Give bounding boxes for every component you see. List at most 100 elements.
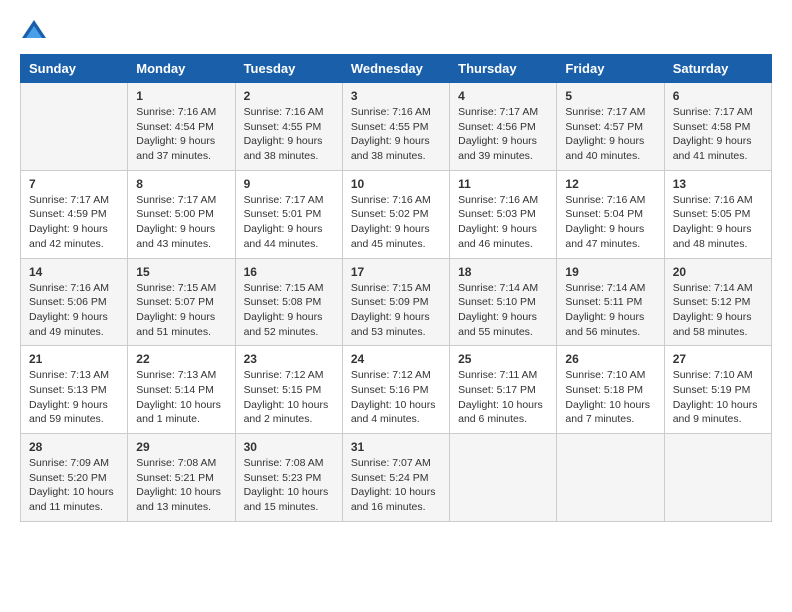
calendar-cell: 12 Sunrise: 7:16 AM Sunset: 5:04 PM Dayli… (557, 170, 664, 258)
day-info: Sunrise: 7:08 AM Sunset: 5:21 PM Dayligh… (136, 456, 226, 515)
day-info: Sunrise: 7:13 AM Sunset: 5:13 PM Dayligh… (29, 368, 119, 427)
day-info: Sunrise: 7:12 AM Sunset: 5:15 PM Dayligh… (244, 368, 334, 427)
week-row-1: 1 Sunrise: 7:16 AM Sunset: 4:54 PM Daylig… (21, 83, 772, 171)
calendar-cell: 17 Sunrise: 7:15 AM Sunset: 5:09 PM Dayli… (342, 258, 449, 346)
day-number: 31 (351, 440, 441, 454)
calendar-cell: 30Sunrise: 7:08 AM Sunset: 5:23 PM Dayli… (235, 434, 342, 522)
day-number: 6 (673, 89, 763, 103)
day-number: 27 (673, 352, 763, 366)
day-info: Sunrise: 7:14 AM Sunset: 5:10 PM Dayligh… (458, 281, 548, 340)
calendar-cell: 13 Sunrise: 7:16 AM Sunset: 5:05 PM Dayli… (664, 170, 771, 258)
day-info: Sunrise: 7:17 AM Sunset: 4:58 PM Dayligh… (673, 105, 763, 164)
day-info: Sunrise: 7:16 AM Sunset: 5:05 PM Dayligh… (673, 193, 763, 252)
day-info: Sunrise: 7:16 AM Sunset: 5:03 PM Dayligh… (458, 193, 548, 252)
calendar-cell: 2 Sunrise: 7:16 AM Sunset: 4:55 PM Daylig… (235, 83, 342, 171)
calendar-cell: 29 Sunrise: 7:08 AM Sunset: 5:21 PM Dayli… (128, 434, 235, 522)
day-info: Sunrise: 7:12 AM Sunset: 5:16 PM Dayligh… (351, 368, 441, 427)
page-header (20, 16, 772, 44)
day-number: 7 (29, 177, 119, 191)
day-info: Sunrise: 7:13 AM Sunset: 5:14 PM Dayligh… (136, 368, 226, 427)
calendar-cell: 3Sunrise: 7:16 AM Sunset: 4:55 PM Daylig… (342, 83, 449, 171)
day-info: Sunrise: 7:08 AM Sunset: 5:23 PM Dayligh… (244, 456, 334, 515)
week-row-3: 14Sunrise: 7:16 AM Sunset: 5:06 PM Dayli… (21, 258, 772, 346)
day-number: 5 (565, 89, 655, 103)
calendar-cell: 18 Sunrise: 7:14 AM Sunset: 5:10 PM Dayli… (450, 258, 557, 346)
day-info: Sunrise: 7:11 AM Sunset: 5:17 PM Dayligh… (458, 368, 548, 427)
day-info: Sunrise: 7:16 AM Sunset: 5:02 PM Dayligh… (351, 193, 441, 252)
calendar-cell: 14Sunrise: 7:16 AM Sunset: 5:06 PM Dayli… (21, 258, 128, 346)
calendar-cell: 23 Sunrise: 7:12 AM Sunset: 5:15 PM Dayli… (235, 346, 342, 434)
calendar-cell: 5Sunrise: 7:17 AM Sunset: 4:57 PM Daylig… (557, 83, 664, 171)
day-info: Sunrise: 7:10 AM Sunset: 5:19 PM Dayligh… (673, 368, 763, 427)
day-number: 12 (565, 177, 655, 191)
day-number: 4 (458, 89, 548, 103)
day-info: Sunrise: 7:15 AM Sunset: 5:09 PM Dayligh… (351, 281, 441, 340)
column-header-wednesday: Wednesday (342, 55, 449, 83)
day-number: 19 (565, 265, 655, 279)
week-row-5: 28 Sunrise: 7:09 AM Sunset: 5:20 PM Dayli… (21, 434, 772, 522)
calendar-cell: 7 Sunrise: 7:17 AM Sunset: 4:59 PM Daylig… (21, 170, 128, 258)
calendar-cell: 25 Sunrise: 7:11 AM Sunset: 5:17 PM Dayli… (450, 346, 557, 434)
column-header-monday: Monday (128, 55, 235, 83)
day-number: 25 (458, 352, 548, 366)
calendar-cell: 4 Sunrise: 7:17 AM Sunset: 4:56 PM Daylig… (450, 83, 557, 171)
day-number: 21 (29, 352, 119, 366)
day-number: 8 (136, 177, 226, 191)
logo-icon (20, 16, 48, 44)
day-info: Sunrise: 7:14 AM Sunset: 5:12 PM Dayligh… (673, 281, 763, 340)
day-info: Sunrise: 7:14 AM Sunset: 5:11 PM Dayligh… (565, 281, 655, 340)
day-info: Sunrise: 7:16 AM Sunset: 4:54 PM Dayligh… (136, 105, 226, 164)
day-number: 15 (136, 265, 226, 279)
week-row-2: 7 Sunrise: 7:17 AM Sunset: 4:59 PM Daylig… (21, 170, 772, 258)
day-number: 26 (565, 352, 655, 366)
day-info: Sunrise: 7:17 AM Sunset: 4:59 PM Dayligh… (29, 193, 119, 252)
day-info: Sunrise: 7:10 AM Sunset: 5:18 PM Dayligh… (565, 368, 655, 427)
calendar-cell: 8Sunrise: 7:17 AM Sunset: 5:00 PM Daylig… (128, 170, 235, 258)
calendar-cell: 11 Sunrise: 7:16 AM Sunset: 5:03 PM Dayli… (450, 170, 557, 258)
day-number: 1 (136, 89, 226, 103)
day-info: Sunrise: 7:16 AM Sunset: 5:04 PM Dayligh… (565, 193, 655, 252)
day-number: 9 (244, 177, 334, 191)
calendar-cell: 24 Sunrise: 7:12 AM Sunset: 5:16 PM Dayli… (342, 346, 449, 434)
day-info: Sunrise: 7:16 AM Sunset: 4:55 PM Dayligh… (244, 105, 334, 164)
column-header-tuesday: Tuesday (235, 55, 342, 83)
day-number: 28 (29, 440, 119, 454)
day-number: 16 (244, 265, 334, 279)
column-header-friday: Friday (557, 55, 664, 83)
column-header-sunday: Sunday (21, 55, 128, 83)
calendar-table: SundayMondayTuesdayWednesdayThursdayFrid… (20, 54, 772, 522)
day-number: 20 (673, 265, 763, 279)
day-number: 10 (351, 177, 441, 191)
calendar-header-row: SundayMondayTuesdayWednesdayThursdayFrid… (21, 55, 772, 83)
calendar-cell: 22 Sunrise: 7:13 AM Sunset: 5:14 PM Dayli… (128, 346, 235, 434)
calendar-cell: 16Sunrise: 7:15 AM Sunset: 5:08 PM Dayli… (235, 258, 342, 346)
day-number: 18 (458, 265, 548, 279)
day-number: 2 (244, 89, 334, 103)
day-number: 11 (458, 177, 548, 191)
calendar-cell: 28 Sunrise: 7:09 AM Sunset: 5:20 PM Dayli… (21, 434, 128, 522)
calendar-cell: 27 Sunrise: 7:10 AM Sunset: 5:19 PM Dayli… (664, 346, 771, 434)
day-number: 29 (136, 440, 226, 454)
column-header-thursday: Thursday (450, 55, 557, 83)
calendar-cell: 19 Sunrise: 7:14 AM Sunset: 5:11 PM Dayli… (557, 258, 664, 346)
week-row-4: 21 Sunrise: 7:13 AM Sunset: 5:13 PM Dayli… (21, 346, 772, 434)
calendar-cell: 10 Sunrise: 7:16 AM Sunset: 5:02 PM Dayli… (342, 170, 449, 258)
calendar-cell (557, 434, 664, 522)
day-number: 22 (136, 352, 226, 366)
day-number: 3 (351, 89, 441, 103)
calendar-cell: 21 Sunrise: 7:13 AM Sunset: 5:13 PM Dayli… (21, 346, 128, 434)
day-number: 13 (673, 177, 763, 191)
calendar-cell: 6 Sunrise: 7:17 AM Sunset: 4:58 PM Daylig… (664, 83, 771, 171)
day-number: 24 (351, 352, 441, 366)
day-info: Sunrise: 7:17 AM Sunset: 5:01 PM Dayligh… (244, 193, 334, 252)
day-info: Sunrise: 7:15 AM Sunset: 5:07 PM Dayligh… (136, 281, 226, 340)
day-number: 23 (244, 352, 334, 366)
day-info: Sunrise: 7:16 AM Sunset: 5:06 PM Dayligh… (29, 281, 119, 340)
calendar-cell: 15 Sunrise: 7:15 AM Sunset: 5:07 PM Dayli… (128, 258, 235, 346)
day-info: Sunrise: 7:09 AM Sunset: 5:20 PM Dayligh… (29, 456, 119, 515)
day-info: Sunrise: 7:17 AM Sunset: 4:56 PM Dayligh… (458, 105, 548, 164)
column-header-saturday: Saturday (664, 55, 771, 83)
day-number: 17 (351, 265, 441, 279)
logo (20, 16, 52, 44)
calendar-cell: 9 Sunrise: 7:17 AM Sunset: 5:01 PM Daylig… (235, 170, 342, 258)
